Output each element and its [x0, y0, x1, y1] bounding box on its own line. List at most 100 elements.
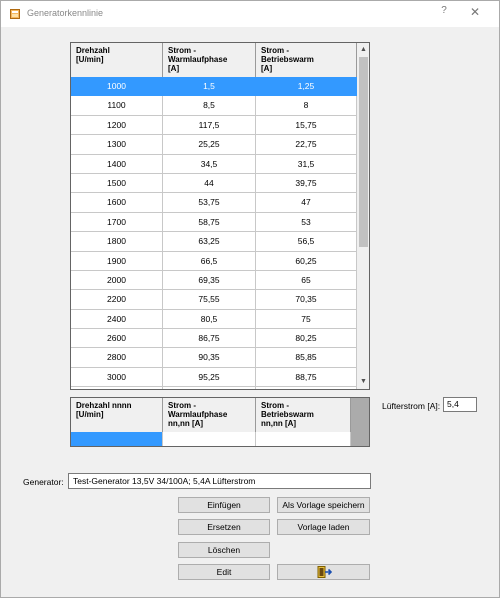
new-entry-betriebswarm-cell[interactable]: [256, 432, 351, 446]
cell-drehzahl[interactable]: 1200: [71, 115, 163, 135]
cell-strom-warmlaufphase[interactable]: 97,5: [163, 387, 256, 389]
cell-strom-warmlaufphase[interactable]: 86,75: [163, 329, 256, 348]
window-title: Generatorkennlinie: [27, 8, 104, 18]
cell-strom-betriebswarm[interactable]: 31,5: [256, 154, 357, 173]
ersetzen-button[interactable]: Ersetzen: [178, 519, 270, 535]
cell-strom-betriebswarm[interactable]: 1,25: [256, 77, 357, 96]
cell-strom-warmlaufphase[interactable]: 53,75: [163, 193, 256, 212]
cell-strom-warmlaufphase[interactable]: 75,55: [163, 290, 256, 309]
cell-strom-betriebswarm[interactable]: 39,75: [256, 173, 357, 193]
title-bar[interactable]: Generatorkennlinie ? ✕: [1, 1, 499, 27]
cell-strom-warmlaufphase[interactable]: 63,25: [163, 232, 256, 251]
table-row[interactable]: 1600 53,75 47: [71, 193, 357, 213]
generator-input[interactable]: Test-Generator 13,5V 34/100A; 5,4A Lüfte…: [68, 473, 371, 489]
new-entry-grid[interactable]: Drehzahl nnnn [U/min] Strom - Warmlaufph…: [70, 397, 370, 447]
scrollbar-thumb[interactable]: [359, 57, 368, 247]
cell-strom-warmlaufphase[interactable]: 66,5: [163, 251, 256, 270]
cell-drehzahl[interactable]: 3200: [71, 387, 163, 389]
vorlage-laden-button[interactable]: Vorlage laden: [277, 519, 370, 535]
cell-strom-betriebswarm[interactable]: 65: [256, 270, 357, 290]
table-row[interactable]: 2600 86,75 80,25: [71, 329, 357, 349]
kennlinie-grid[interactable]: Drehzahl [U/min] Strom - Warmlaufphase […: [70, 42, 370, 390]
cell-strom-warmlaufphase[interactable]: 8,5: [163, 96, 256, 115]
table-row[interactable]: 1400 34,5 31,5: [71, 154, 357, 174]
cell-strom-betriebswarm[interactable]: 70,35: [256, 290, 357, 309]
table-row[interactable]: 1000 1,5 1,25: [71, 77, 357, 97]
generatorkennlinie-window: Generatorkennlinie ? ✕ Drehzahl [U/min] …: [0, 0, 500, 598]
table-row[interactable]: 2400 80,5 75: [71, 309, 357, 330]
cell-strom-warmlaufphase[interactable]: 58,75: [163, 212, 256, 232]
scroll-down-arrow-icon[interactable]: ▼: [357, 375, 369, 389]
cell-drehzahl[interactable]: 1300: [71, 135, 163, 154]
cell-drehzahl[interactable]: 1500: [71, 173, 163, 193]
cell-strom-betriebswarm[interactable]: 56,5: [256, 232, 357, 251]
cell-strom-betriebswarm[interactable]: 90,5: [256, 387, 357, 389]
cell-drehzahl[interactable]: 2400: [71, 309, 163, 329]
cell-drehzahl[interactable]: 1000: [71, 77, 163, 96]
cell-strom-warmlaufphase[interactable]: 80,5: [163, 309, 256, 329]
new-entry-row[interactable]: [71, 432, 351, 446]
cell-drehzahl[interactable]: 1800: [71, 232, 163, 251]
cell-strom-betriebswarm[interactable]: 88,75: [256, 367, 357, 387]
header-strom-warmlaufphase[interactable]: Strom - Warmlaufphase [A]: [163, 43, 256, 77]
table-row[interactable]: 1100 8,5 8: [71, 96, 357, 116]
cell-strom-betriebswarm[interactable]: 22,75: [256, 135, 357, 154]
header-drehzahl[interactable]: Drehzahl [U/min]: [71, 43, 163, 77]
exit-button[interactable]: [277, 564, 370, 580]
cell-strom-betriebswarm[interactable]: 60,25: [256, 251, 357, 270]
table-row[interactable]: 1700 58,75 53: [71, 212, 357, 233]
cell-strom-warmlaufphase[interactable]: 34,5: [163, 154, 256, 173]
cell-drehzahl[interactable]: 1700: [71, 212, 163, 232]
header-strom-betriebswarm[interactable]: Strom - Betriebswarm [A]: [256, 43, 357, 77]
scroll-up-arrow-icon[interactable]: ▲: [357, 43, 369, 57]
einfuegen-button[interactable]: Einfügen: [178, 497, 270, 513]
generator-label: Generator:: [23, 477, 64, 487]
cell-strom-betriebswarm[interactable]: 75: [256, 309, 357, 329]
cell-drehzahl[interactable]: 1900: [71, 251, 163, 270]
cell-drehzahl[interactable]: 1100: [71, 96, 163, 115]
exit-door-icon: [317, 566, 332, 578]
cell-strom-betriebswarm[interactable]: 53: [256, 212, 357, 232]
help-button[interactable]: ?: [437, 5, 451, 21]
cell-strom-warmlaufphase[interactable]: 117,5: [163, 115, 256, 135]
new-entry-warmlauf-cell[interactable]: [163, 432, 256, 446]
new-header-strom-betriebswarm: Strom - Betriebswarm nn,nn [A]: [256, 398, 351, 432]
table-row[interactable]: 2200 75,55 70,35: [71, 290, 357, 310]
cell-strom-betriebswarm[interactable]: 85,85: [256, 348, 357, 367]
cell-drehzahl[interactable]: 3000: [71, 367, 163, 387]
cell-drehzahl[interactable]: 2200: [71, 290, 163, 309]
close-button[interactable]: ✕: [467, 5, 483, 21]
table-row[interactable]: 1900 66,5 60,25: [71, 251, 357, 271]
table-row[interactable]: 2800 90,35 85,85: [71, 348, 357, 368]
cell-strom-warmlaufphase[interactable]: 44: [163, 173, 256, 193]
als-vorlage-speichern-button[interactable]: Als Vorlage speichern: [277, 497, 370, 513]
vertical-scrollbar[interactable]: ▲ ▼: [357, 43, 369, 389]
cell-drehzahl[interactable]: 1400: [71, 154, 163, 173]
luefterstrom-input[interactable]: 5,4: [443, 397, 477, 412]
table-row[interactable]: 320097,590,5: [71, 387, 357, 389]
edit-button[interactable]: Edit: [178, 564, 270, 580]
cell-strom-warmlaufphase[interactable]: 25,25: [163, 135, 256, 154]
cell-drehzahl[interactable]: 2800: [71, 348, 163, 367]
cell-strom-warmlaufphase[interactable]: 90,35: [163, 348, 256, 367]
cell-strom-betriebswarm[interactable]: 47: [256, 193, 357, 212]
cell-drehzahl[interactable]: 1600: [71, 193, 163, 212]
new-header-drehzahl: Drehzahl nnnn [U/min]: [71, 398, 163, 432]
cell-strom-betriebswarm[interactable]: 15,75: [256, 115, 357, 135]
new-entry-drehzahl-cell[interactable]: [71, 432, 163, 446]
table-row[interactable]: 1300 25,25 22,75: [71, 135, 357, 155]
table-row[interactable]: 2000 69,35 65: [71, 270, 357, 291]
cell-drehzahl[interactable]: 2000: [71, 270, 163, 290]
table-row[interactable]: 1500 44 39,75: [71, 173, 357, 194]
loeschen-button[interactable]: Löschen: [178, 542, 270, 558]
table-row[interactable]: 1800 63,25 56,5: [71, 232, 357, 252]
luefterstrom-label: Lüfterstrom [A]:: [382, 401, 441, 411]
cell-strom-warmlaufphase[interactable]: 1,5: [163, 77, 256, 96]
cell-strom-warmlaufphase[interactable]: 69,35: [163, 270, 256, 290]
table-row[interactable]: 3000 95,25 88,75: [71, 367, 357, 388]
cell-strom-betriebswarm[interactable]: 80,25: [256, 329, 357, 348]
cell-strom-warmlaufphase[interactable]: 95,25: [163, 367, 256, 387]
table-row[interactable]: 1200 117,5 15,75: [71, 115, 357, 136]
cell-strom-betriebswarm[interactable]: 8: [256, 96, 357, 115]
cell-drehzahl[interactable]: 2600: [71, 329, 163, 348]
